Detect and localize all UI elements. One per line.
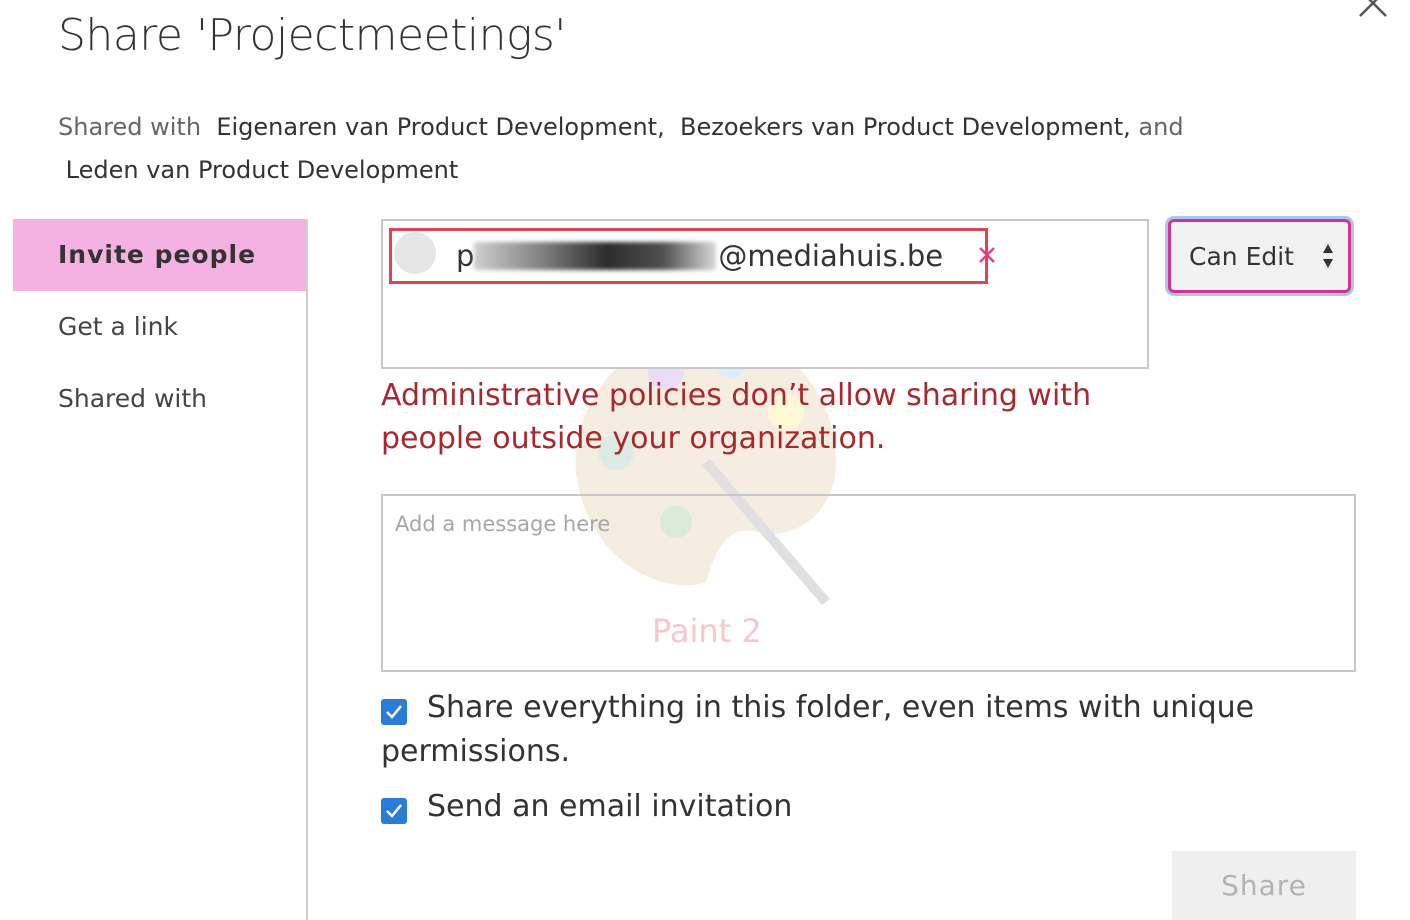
recipient-email-domain: @mediahuis.be <box>718 239 944 273</box>
nav-item-invite-people[interactable]: Invite people <box>13 219 307 291</box>
shared-with-summary: Shared with Eigenaren van Product Develo… <box>58 106 1238 192</box>
checkmark-icon <box>386 804 402 818</box>
recipient-email: p @mediahuis.be <box>456 239 943 273</box>
share-everything-checkbox[interactable] <box>381 699 407 725</box>
close-button[interactable] <box>1356 0 1390 20</box>
close-icon <box>979 247 996 263</box>
remove-recipient-button[interactable] <box>977 242 997 270</box>
sharing-error-message: Administrative policies don’t allow shar… <box>381 378 1092 456</box>
share-everything-label: Share everything in this folder, even it… <box>381 690 1255 769</box>
redacted-text <box>474 242 717 270</box>
share-button[interactable]: Share <box>1172 851 1356 920</box>
nav-item-get-a-link[interactable]: Get a link <box>13 291 307 363</box>
permission-select-value: Can Edit <box>1189 241 1294 271</box>
shared-with-conjunction: and <box>1138 113 1184 141</box>
nav-divider <box>306 219 308 920</box>
shared-group-visitors[interactable]: Bezoekers van Product Development, <box>680 113 1131 141</box>
send-email-label: Send an email invitation <box>427 789 793 824</box>
nav-item-shared-with[interactable]: Shared with <box>13 363 307 435</box>
sort-arrows-icon <box>1323 244 1333 268</box>
people-picker[interactable]: p @mediahuis.be <box>381 219 1149 369</box>
close-icon <box>1359 0 1387 17</box>
share-everything-option: Share everything in this folder, even it… <box>381 686 1281 774</box>
share-dialog: Share 'Projectmeetings' Shared with Eige… <box>0 0 1410 920</box>
share-nav: Invite people Get a link Shared with <box>13 219 307 435</box>
checkmark-icon <box>386 705 402 719</box>
shared-with-prefix: Shared with <box>58 113 202 141</box>
recipient-chip[interactable]: p @mediahuis.be <box>389 228 996 284</box>
send-email-checkbox[interactable] <box>381 798 407 824</box>
dialog-title: Share 'Projectmeetings' <box>58 10 566 61</box>
send-email-option: Send an email invitation <box>381 785 1281 829</box>
recipient-email-prefix: p <box>456 239 475 273</box>
message-input[interactable] <box>381 494 1356 672</box>
shared-group-owners[interactable]: Eigenaren van Product Development, <box>216 113 664 141</box>
permission-select[interactable]: Can Edit <box>1168 219 1351 293</box>
avatar <box>394 232 436 274</box>
shared-group-members[interactable]: Leden van Product Development <box>66 156 459 184</box>
